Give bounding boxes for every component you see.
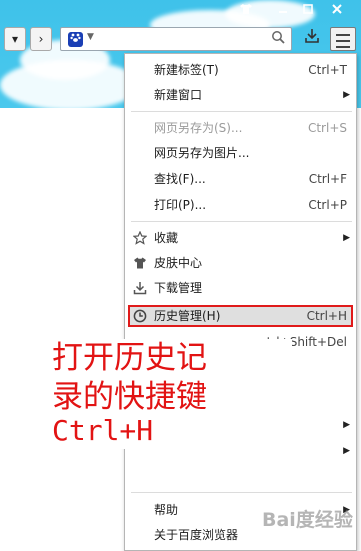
clock-icon bbox=[133, 309, 147, 323]
close-icon[interactable] bbox=[327, 2, 347, 20]
chevron-down-icon: ▾ bbox=[11, 32, 19, 46]
download-icon bbox=[133, 281, 147, 295]
chevron-right-icon: ▶ bbox=[343, 90, 350, 100]
menu-item-find[interactable]: 查找(F)... Ctrl+F bbox=[125, 167, 356, 191]
watermark: Bai度经验 bbox=[262, 509, 353, 531]
menu-divider bbox=[131, 221, 352, 222]
download-icon[interactable] bbox=[300, 27, 324, 51]
forward-button[interactable]: › bbox=[30, 27, 52, 51]
chevron-right-icon: › bbox=[38, 32, 44, 46]
hamburger-menu-icon[interactable] bbox=[330, 27, 356, 51]
menu-item-save-page[interactable]: 网页另存为(S)... Ctrl+S bbox=[125, 116, 356, 140]
menu-divider bbox=[131, 111, 352, 112]
toolbar: ▾ › ▼ bbox=[0, 23, 361, 55]
minimize-icon[interactable] bbox=[273, 2, 293, 20]
search-icon[interactable] bbox=[271, 30, 285, 48]
back-dropdown-button[interactable]: ▾ bbox=[4, 27, 26, 51]
annotation-line-1: 打开历史记 bbox=[52, 339, 292, 377]
address-bar[interactable]: ▼ bbox=[60, 27, 292, 51]
menu-item-save-as-image[interactable]: 网页另存为图片... bbox=[125, 141, 356, 165]
annotation-line-2: 录的快捷键 bbox=[52, 377, 292, 417]
menu-item-history[interactable]: 历史管理(H) Ctrl+H bbox=[125, 304, 356, 328]
chevron-right-icon: ▶ bbox=[343, 233, 350, 243]
menu-divider bbox=[131, 492, 352, 493]
maximize-icon[interactable] bbox=[298, 2, 318, 20]
star-icon bbox=[132, 230, 148, 245]
shirt-icon[interactable] bbox=[236, 2, 256, 20]
chevron-right-icon: ▶ bbox=[343, 446, 350, 456]
chevron-right-icon: ▶ bbox=[343, 420, 350, 430]
menu-item-favorites[interactable]: 收藏 ▶ bbox=[125, 226, 356, 250]
main-menu: 新建标签(T) Ctrl+T 新建窗口 ▶ 网页另存为(S)... Ctrl+S… bbox=[124, 53, 357, 551]
shirt-icon bbox=[133, 256, 147, 270]
annotation-line-3: Ctrl+H bbox=[52, 413, 292, 449]
menu-item-print[interactable]: 打印(P)... Ctrl+P bbox=[125, 193, 356, 217]
menu-item-downloads[interactable]: 下载管理 bbox=[125, 276, 356, 300]
menu-item-new-window[interactable]: 新建窗口 ▶ bbox=[125, 83, 356, 107]
paw-icon bbox=[68, 32, 83, 47]
menu-item-new-tab[interactable]: 新建标签(T) Ctrl+T bbox=[125, 58, 356, 82]
chevron-down-icon[interactable]: ▼ bbox=[87, 32, 94, 42]
menu-item-skin-center[interactable]: 皮肤中心 bbox=[125, 251, 356, 275]
